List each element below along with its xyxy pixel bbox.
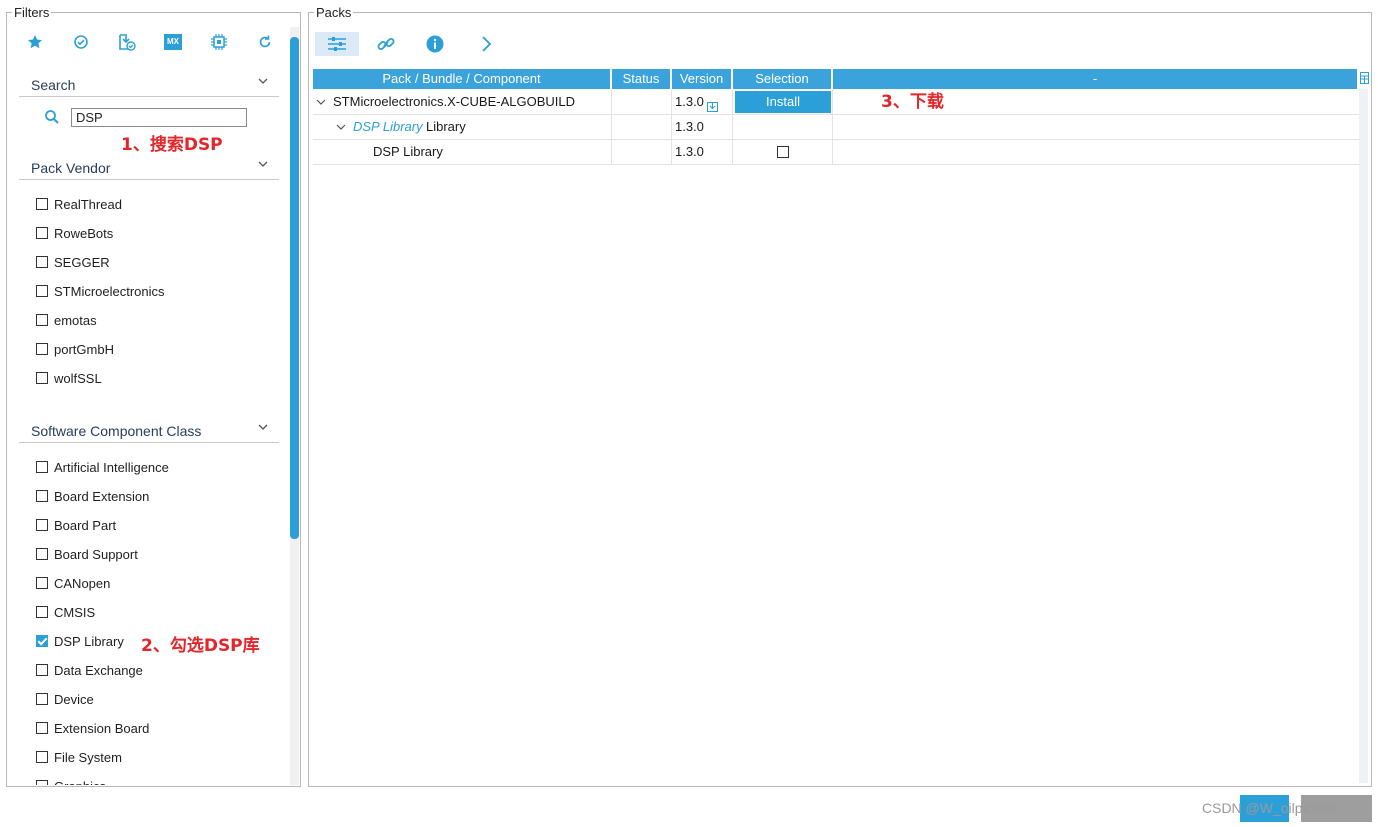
component-class-item[interactable]: Board Support xyxy=(36,545,138,563)
link-icon[interactable] xyxy=(375,33,397,55)
component-class-item[interactable]: File System xyxy=(36,748,122,766)
extra-cell xyxy=(833,140,1359,164)
selection-cell xyxy=(733,115,833,139)
component-class-label: Device xyxy=(54,691,94,707)
column-header-selection[interactable]: Selection xyxy=(733,69,831,89)
step2-annotation: 2、勾选DSP库 xyxy=(141,636,260,656)
component-name: DSP Library xyxy=(373,144,443,159)
version-cell: 1.3.0 xyxy=(672,140,733,164)
bundle-name-italic: DSP Library xyxy=(353,119,423,134)
packs-legend: Packs xyxy=(314,5,354,20)
component-class-checkbox[interactable] xyxy=(36,461,48,473)
filters-scrollbar-thumb[interactable] xyxy=(290,37,299,539)
filters-scrollbar[interactable] xyxy=(290,27,299,785)
column-header-status[interactable]: Status xyxy=(612,69,670,89)
component-class-checkbox[interactable] xyxy=(36,635,48,647)
component-class-item[interactable]: Device xyxy=(36,690,94,708)
component-class-item[interactable]: Graphics xyxy=(36,777,106,785)
component-class-item[interactable]: CANopen xyxy=(36,574,110,592)
selection-cell: Install xyxy=(733,90,833,114)
bundle-name-suffix: Library xyxy=(426,119,466,134)
filter-settings-icon[interactable] xyxy=(315,32,359,56)
version-cell: 1.3.0 xyxy=(672,115,733,139)
component-class-label: Extension Board xyxy=(54,720,150,736)
install-button[interactable]: Install xyxy=(735,91,831,113)
component-class-checkbox[interactable] xyxy=(36,722,48,734)
filters-panel: Filters MX Search 1、搜索DSP Pack Vendor Re… xyxy=(6,5,301,787)
table-row[interactable]: STMicroelectronics.X-CUBE-ALGOBUILD 1.3.… xyxy=(313,90,1359,115)
component-class-checkbox[interactable] xyxy=(36,693,48,705)
component-class-checkbox[interactable] xyxy=(36,490,48,502)
selection-cell xyxy=(733,140,833,164)
version-value: 1.3.0 xyxy=(675,144,704,159)
component-class-label: File System xyxy=(54,749,122,765)
component-class-label: CMSIS xyxy=(54,604,96,620)
component-class-label: Board Part xyxy=(54,517,117,533)
component-class-item[interactable]: Data Exchange xyxy=(36,661,143,679)
component-class-item[interactable]: Extension Board xyxy=(36,719,149,737)
component-class-checkbox[interactable] xyxy=(36,664,48,676)
version-cell: 1.3.0 xyxy=(672,90,733,114)
component-class-item[interactable]: CMSIS xyxy=(36,603,95,621)
component-checkbox[interactable] xyxy=(777,146,789,158)
pack-name-cell: STMicroelectronics.X-CUBE-ALGOBUILD xyxy=(313,90,612,114)
step3-annotation: 3、下载 xyxy=(881,92,944,112)
chevron-right-icon[interactable] xyxy=(475,33,497,55)
packs-table-header: Pack / Bundle / Component Status Version… xyxy=(313,69,1359,89)
version-value: 1.3.0 xyxy=(675,119,704,134)
extra-cell xyxy=(833,115,1359,139)
component-class-checkbox[interactable] xyxy=(36,606,48,618)
component-class-item[interactable]: Artificial Intelligence xyxy=(36,458,169,476)
component-name-cell: DSP Library xyxy=(313,140,612,164)
component-class-checkbox[interactable] xyxy=(36,548,48,560)
component-class-item[interactable]: Board Part xyxy=(36,516,116,534)
packs-scrollbar[interactable] xyxy=(1359,89,1368,783)
column-header-pack[interactable]: Pack / Bundle / Component xyxy=(313,69,610,89)
component-class-label: Artificial Intelligence xyxy=(54,459,169,475)
extra-cell: 3、下载 xyxy=(833,90,1359,114)
component-class-label: Graphics xyxy=(54,779,106,786)
component-class-label: DSP Library xyxy=(54,633,124,649)
watermark: CSDN @W_oilpicture xyxy=(1202,800,1337,816)
component-class-label: Board Extension xyxy=(54,488,150,504)
bundle-name-cell: DSP Library Library xyxy=(313,115,612,139)
version-value: 1.3.0 xyxy=(675,94,704,109)
table-row[interactable]: DSP Library 1.3.0 xyxy=(313,140,1359,165)
status-cell xyxy=(612,140,672,164)
info-icon[interactable] xyxy=(424,33,446,55)
component-class-checkbox[interactable] xyxy=(36,577,48,589)
component-class-checkbox[interactable] xyxy=(36,519,48,531)
component-class-item[interactable]: Board Extension xyxy=(36,487,149,505)
status-cell xyxy=(612,90,672,114)
packs-panel: Packs Pack / Bundle / Component Status V… xyxy=(308,5,1372,787)
column-header-extra[interactable]: - xyxy=(833,69,1357,89)
status-cell xyxy=(612,115,672,139)
component-class-label: CANopen xyxy=(54,575,111,591)
column-header-version[interactable]: Version xyxy=(672,69,731,89)
component-class-label: Board Support xyxy=(54,546,138,562)
component-class-checkbox[interactable] xyxy=(36,751,48,763)
table-row[interactable]: DSP Library Library 1.3.0 xyxy=(313,115,1359,140)
component-class-checkbox[interactable] xyxy=(36,780,48,785)
component-class-label: Data Exchange xyxy=(54,662,143,678)
component-class-item[interactable]: DSP Library xyxy=(36,632,124,650)
column-chooser-icon[interactable] xyxy=(1360,72,1369,84)
pack-name: STMicroelectronics.X-CUBE-ALGOBUILD xyxy=(333,94,575,109)
